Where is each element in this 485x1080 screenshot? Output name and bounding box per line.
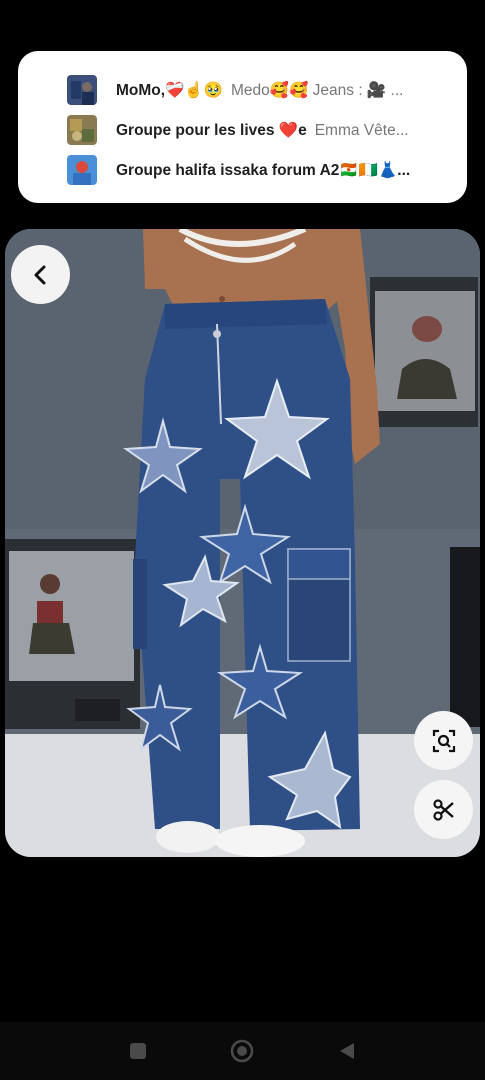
circle-icon [230, 1039, 254, 1063]
system-navigation-bar [0, 1022, 485, 1080]
visual-search-button[interactable] [414, 711, 473, 770]
chevron-left-icon [34, 265, 45, 284]
chat-item-groupe-halifa[interactable]: Groupe halifa issaka forum A2🇳🇪🇨🇮👗... [18, 151, 467, 189]
avatar [67, 115, 97, 145]
chat-item-momo[interactable]: MoMo,❤️‍🩹☝️🥹 Medo🥰🥰 Jeans : 🎥 ... [18, 71, 467, 109]
triangle-back-icon [340, 1043, 354, 1059]
cutout-button[interactable] [414, 780, 473, 839]
chat-name: Groupe halifa issaka forum A2🇳🇪🇨🇮👗... [116, 162, 411, 179]
back-button[interactable] [11, 245, 70, 304]
avatar [67, 75, 97, 105]
chat-name: MoMo,❤️‍🩹☝️🥹 [116, 82, 223, 99]
home-button[interactable] [227, 1036, 257, 1066]
recents-button[interactable] [123, 1036, 153, 1066]
square-icon [130, 1043, 146, 1059]
nav-back-button[interactable] [332, 1036, 362, 1066]
image-viewer[interactable] [5, 229, 480, 857]
chat-name: Groupe pour les lives ❤️e [116, 122, 307, 139]
chat-item-groupe-lives[interactable]: Groupe pour les lives ❤️e Emma Vête... [18, 111, 467, 149]
visual-search-icon [432, 729, 455, 752]
chat-preview: Emma Vête... [314, 122, 409, 139]
avatar [67, 155, 97, 185]
product-photo [5, 229, 480, 857]
chat-preview: Medo🥰🥰 Jeans : 🎥 ... [230, 82, 404, 99]
scissors-icon [432, 798, 454, 821]
